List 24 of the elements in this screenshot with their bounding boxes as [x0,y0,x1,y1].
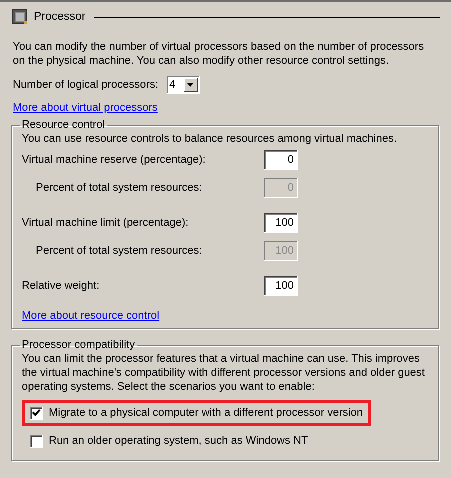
section-title: Processor [34,11,86,23]
checkbox[interactable] [30,406,43,420]
group-title: Resource control [21,119,106,131]
group-title: Processor compatibility [21,339,136,351]
checkbox[interactable] [30,434,43,448]
description-text: You can modify the number of virtual processors based on the number of processors on the physical machine. You can also modify other resource control settings. [13,40,426,68]
number-field[interactable]: 100 [264,276,298,296]
processor-chip-icon [12,9,28,25]
number-field[interactable]: 0 [264,150,298,170]
field-label: Percent of total system resources: [36,182,202,194]
field-label: Percent of total system resources: [36,245,202,257]
virtual-processors-link[interactable]: More about virtual processors [13,102,158,114]
resource-control-link[interactable]: More about resource control [22,310,160,322]
field-label: Virtual machine reserve (percentage): [22,154,206,166]
checkbox-label: Run an older operating system, such as Windows NT [49,435,308,447]
dropdown-arrow-icon [187,83,194,87]
field-label: Number of logical processors: [13,79,159,91]
field-label: Relative weight: [22,280,100,292]
description-text: You can limit the processor features that a virtual machine can use. This improves the virtual machine's compatibility with different processor versions and older guest operating systems. Select the scenarios you want to enable: [22,352,426,394]
number-field[interactable]: 100 [264,213,298,233]
checkbox-label: Migrate to a physical computer with a different processor version [49,407,364,419]
field-label: Virtual machine limit (percentage): [22,217,189,229]
description-text: You can use resource controls to balance resources among virtual machines. [22,132,398,146]
processor-count-dropdown[interactable]: 4 [166,76,200,94]
